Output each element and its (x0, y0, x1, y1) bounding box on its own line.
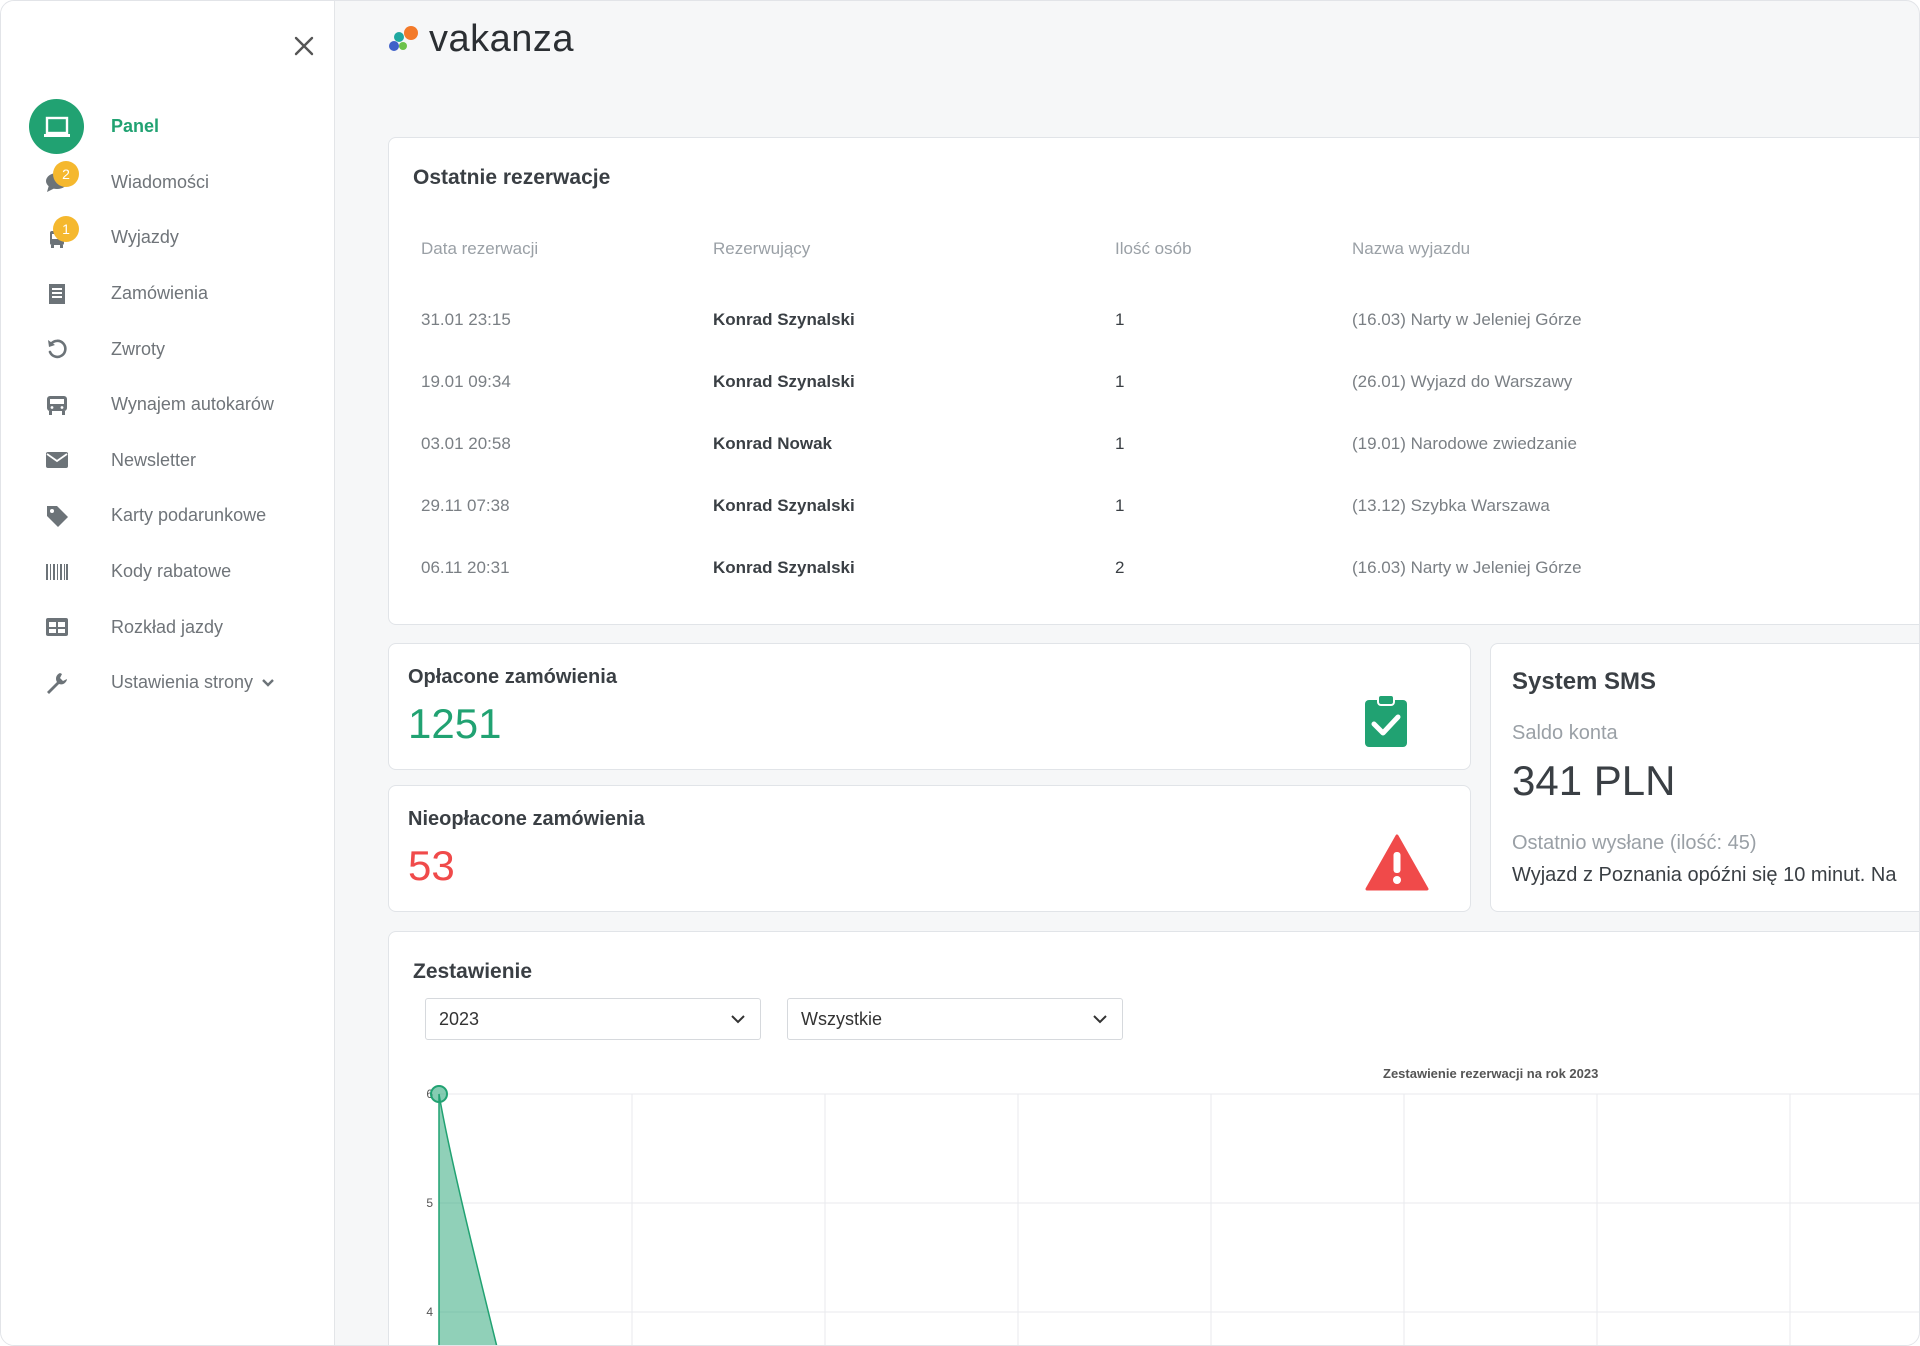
app-logo[interactable]: vakanza (387, 17, 574, 61)
sidebar-item-label: Panel (111, 116, 160, 137)
sidebar-item-wynajem-autokarow[interactable]: Wynajem autokarów (29, 377, 319, 433)
reservation-date: 19.01 09:34 (421, 372, 511, 391)
card-title: Nieopłacone zamówienia (408, 808, 645, 830)
chevron-down-icon (261, 678, 275, 688)
sidebar: Panel 2 Wiadomości 1 Wyjazdy Zamówienia … (1, 1, 335, 1345)
card-title: Ostatnie rezerwacje (413, 166, 611, 189)
reservation-qty: 1 (1115, 310, 1125, 329)
reservation-qty: 1 (1115, 372, 1125, 391)
sidebar-item-label: Wiadomości (111, 171, 210, 192)
balance-value: 341 PLN (1512, 757, 1676, 804)
sidebar-item-wyjazdy[interactable]: 1 Wyjazdy (29, 210, 319, 266)
reservation-qty: 1 (1115, 434, 1125, 453)
sms-system-card: System SMS Saldo konta 341 PLN Ostatnio … (1490, 643, 1919, 912)
y-tick-label: 5 (426, 1196, 433, 1210)
sidebar-item-rozklad-jazdy[interactable]: Rozkład jazdy (29, 599, 319, 655)
chevron-down-icon (1093, 1015, 1107, 1024)
reservation-date: 03.01 20:58 (421, 434, 511, 453)
year-select[interactable]: 2023 (425, 998, 761, 1040)
reservation-trip: (16.03) Narty w Jeleniej Górze (1352, 310, 1582, 329)
sidebar-item-karty-podarunkowe[interactable]: Karty podarunkowe (29, 488, 319, 544)
card-title: Zestawienie (413, 960, 533, 983)
column-header: Nazwa wyjazdu (1352, 239, 1471, 258)
card-title: System SMS (1512, 668, 1657, 695)
envelope-icon (45, 452, 68, 469)
category-select-value: Wszystkie (801, 1008, 882, 1029)
reservation-trip: (13.12) Szybka Warszawa (1352, 496, 1550, 515)
last-sms-message: Wyjazd z Poznania opóźni się 10 minut. N… (1512, 864, 1897, 886)
unpaid-orders-card: Nieopłacone zamówienia 53 (388, 785, 1471, 912)
sidebar-item-label: Ustawienia strony (111, 672, 254, 693)
chart-title: Zestawienie rezerwacji na rok 2023 (1383, 1066, 1599, 1081)
reservation-qty: 1 (1115, 496, 1125, 515)
sidebar-item-kody-rabatowe[interactable]: Kody rabatowe (29, 544, 319, 600)
reservation-name: Konrad Szynalski (713, 310, 855, 329)
sidebar-item-label: Zamówienia (111, 283, 209, 304)
year-select-value: 2023 (439, 1008, 480, 1029)
reservation-name: Konrad Nowak (713, 434, 833, 453)
sidebar-item-label: Kody rabatowe (111, 561, 232, 582)
y-tick-label: 4 (426, 1305, 433, 1319)
barcode-icon (45, 563, 68, 580)
reservation-qty: 2 (1115, 558, 1125, 577)
sidebar-item-label: Karty podarunkowe (111, 505, 267, 526)
logo-text: vakanza (429, 17, 575, 60)
reservation-trip: (16.03) Narty w Jeleniej Górze (1352, 558, 1582, 577)
column-header: Data rezerwacji (421, 239, 539, 258)
sidebar-item-zamowienia[interactable]: Zamówienia (29, 266, 319, 322)
sidebar-item-label: Rozkład jazdy (111, 616, 224, 637)
reservation-name: Konrad Szynalski (713, 496, 855, 515)
notification-badge: 2 (53, 160, 79, 187)
reservation-name: Konrad Szynalski (713, 558, 855, 577)
laptop-icon (43, 116, 70, 137)
column-header: Ilość osób (1115, 239, 1192, 258)
recent-reservations-card: Ostatnie rezerwacje (388, 137, 1919, 625)
reservation-trip: (26.01) Wyjazd do Warszawy (1352, 372, 1573, 391)
close-sidebar-button[interactable] (291, 33, 317, 59)
receipt-icon (48, 283, 65, 304)
reservation-name: Konrad Szynalski (713, 372, 855, 391)
reservation-date: 06.11 20:31 (421, 558, 510, 577)
notification-badge: 1 (53, 216, 79, 243)
logo-dots-icon (389, 26, 418, 51)
paid-orders-value: 1251 (408, 700, 502, 747)
last-sent-label: Ostatnio wysłane (ilość: 45) (1512, 832, 1757, 854)
paid-orders-card: Opłacone zamówienia 1251 (388, 643, 1471, 770)
sidebar-item-wiadomosci[interactable]: 2 Wiadomości (29, 155, 319, 211)
tag-icon (46, 505, 68, 527)
data-point (430, 1085, 448, 1103)
bus-icon (46, 395, 67, 415)
sidebar-item-ustawienia-strony[interactable]: Ustawienia strony (29, 655, 319, 711)
sidebar-item-label: Wynajem autokarów (111, 394, 274, 415)
reservation-date: 29.11 07:38 (421, 496, 510, 515)
chevron-down-icon (731, 1015, 745, 1024)
column-header: Rezerwujący (713, 239, 811, 258)
sidebar-item-zwroty[interactable]: Zwroty (29, 321, 319, 377)
sidebar-item-newsletter[interactable]: Newsletter (29, 433, 319, 489)
wrench-icon (46, 672, 67, 694)
card-title: Opłacone zamówienia (408, 666, 617, 688)
warning-icon (1365, 834, 1429, 891)
area-series (438, 1093, 498, 1345)
reservation-trip: (19.01) Narodowe zwiedzanie (1352, 434, 1577, 453)
sidebar-item-label: Zwroty (111, 338, 165, 359)
table-icon (45, 618, 68, 637)
reservations-chart: 654 (426, 1085, 1919, 1345)
undo-icon (47, 339, 67, 359)
unpaid-orders-value: 53 (408, 842, 455, 889)
sidebar-nav: Panel 2 Wiadomości 1 Wyjazdy Zamówienia … (29, 99, 319, 711)
sidebar-item-label: Wyjazdy (111, 227, 179, 248)
category-select[interactable]: Wszystkie (787, 998, 1123, 1040)
clipboard-check-icon (1365, 694, 1407, 747)
close-icon (294, 36, 314, 56)
sidebar-item-panel[interactable]: Panel (29, 99, 319, 155)
sidebar-item-label: Newsletter (111, 449, 197, 470)
balance-label: Saldo konta (1512, 722, 1618, 744)
app-window: Panel 2 Wiadomości 1 Wyjazdy Zamówienia … (0, 0, 1920, 1346)
reservation-date: 31.01 23:15 (421, 310, 511, 329)
